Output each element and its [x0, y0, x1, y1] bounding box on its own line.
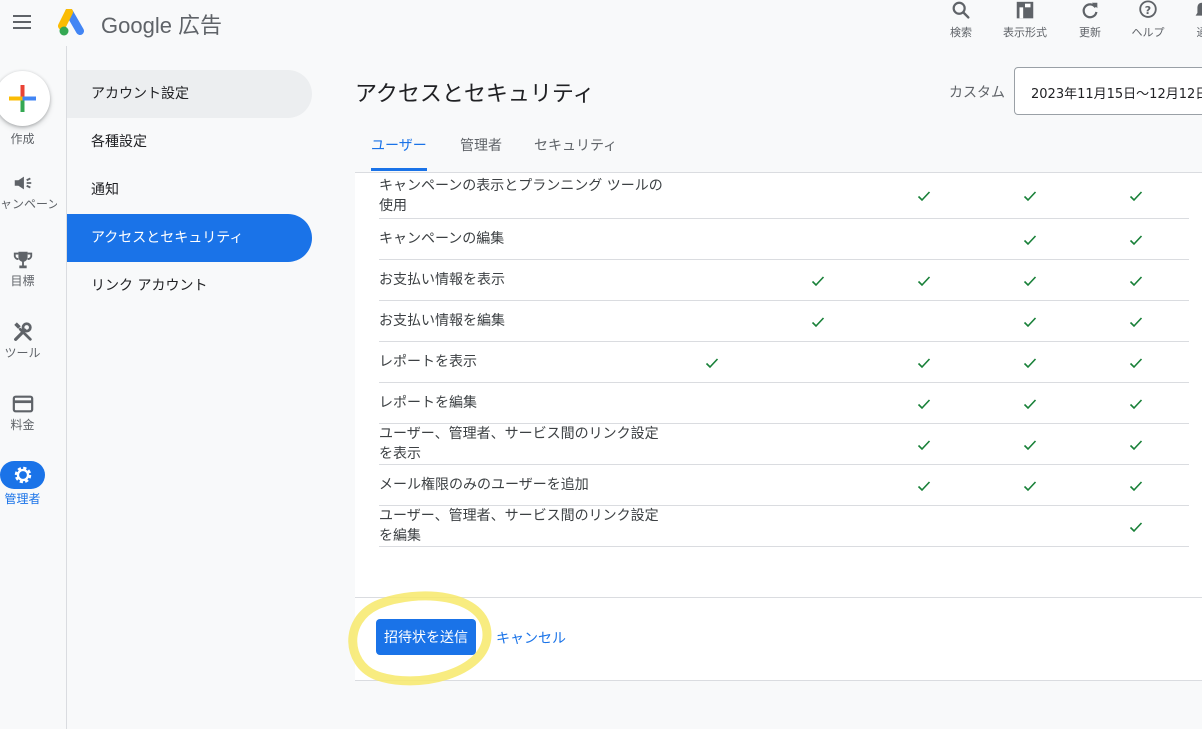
permission-row: キャンペーンの表示とプランニング ツールの使用	[379, 173, 1189, 219]
tools-icon	[13, 322, 32, 341]
refresh-button[interactable]: 更新	[1060, 0, 1120, 46]
nav-item-access-security[interactable]: アクセスとセキュリティ	[67, 214, 312, 262]
check-icon	[1129, 234, 1143, 246]
check-icon	[1023, 480, 1037, 492]
check-icon	[1023, 316, 1037, 328]
search-button[interactable]: 検索	[931, 0, 991, 46]
trophy-icon	[13, 251, 32, 269]
panel-divider	[355, 597, 1202, 598]
notifications-icon	[1195, 2, 1202, 16]
tab-users[interactable]: ユーザー	[371, 124, 427, 171]
permission-label: レポートを表示	[379, 354, 477, 370]
credit-card-icon	[12, 395, 33, 413]
check-icon	[705, 357, 719, 369]
cancel-button[interactable]: キャンセル	[496, 628, 566, 648]
page-title: アクセスとセキュリティ	[355, 82, 595, 107]
permission-label: キャンペーンの表示とプランニング ツールの使用	[379, 177, 663, 214]
plus-icon	[9, 85, 36, 112]
permission-label: キャンペーンの編集	[379, 231, 505, 247]
settings-nav: アカウント設定 各種設定 通知 アクセスとセキュリティ リンク アカウント	[67, 70, 312, 310]
svg-text:?: ?	[1145, 4, 1151, 17]
check-icon	[1129, 275, 1143, 287]
nav-item-account-settings[interactable]: アカウント設定	[67, 70, 312, 118]
check-icon	[917, 357, 931, 369]
check-icon	[811, 275, 825, 287]
tab-bar: ユーザー 管理者 セキュリティ	[355, 124, 1202, 171]
check-icon	[1129, 398, 1143, 410]
permission-row: ユーザー、管理者、サービス間のリンク設定を編集	[379, 506, 1189, 547]
permission-row: レポートを編集	[379, 383, 1189, 424]
rail-item-campaigns[interactable]: キャンペーン	[0, 172, 57, 211]
permission-row: キャンペーンの編集	[379, 219, 1189, 260]
rail-item-billing[interactable]: 料金	[0, 393, 45, 432]
check-icon	[811, 316, 825, 328]
check-icon	[1023, 234, 1037, 246]
check-icon	[917, 190, 931, 202]
permission-label: お支払い情報を表示	[379, 272, 505, 288]
help-icon: ?	[1139, 0, 1157, 18]
check-icon	[1129, 521, 1143, 533]
google-ads-logo-icon	[58, 9, 84, 36]
permission-label: メール権限のみのユーザーを追加	[379, 477, 589, 493]
rail-item-goals[interactable]: 目標	[0, 249, 45, 288]
permission-row: レポートを表示	[379, 342, 1189, 383]
check-icon	[1129, 357, 1143, 369]
rail-item-tools[interactable]: ツール	[0, 321, 45, 360]
appearance-icon	[1016, 1, 1034, 19]
check-icon	[917, 398, 931, 410]
permission-row: ユーザー、管理者、サービス間のリンク設定を表示	[379, 424, 1189, 465]
check-icon	[1023, 357, 1037, 369]
nav-item-linked-accounts[interactable]: リンク アカウント	[67, 262, 312, 310]
user-permissions-panel: キャンペーンの表示とプランニング ツールの使用キャンペーンの編集 お支払い情報を表…	[348, 172, 1202, 686]
permission-row: お支払い情報を編集	[379, 301, 1189, 342]
check-icon	[1023, 398, 1037, 410]
search-icon	[952, 1, 970, 19]
check-icon	[1129, 190, 1143, 202]
check-icon	[917, 480, 931, 492]
rail-item-admin[interactable]: 管理者	[0, 461, 45, 506]
check-icon	[1129, 480, 1143, 492]
permission-label: レポートを編集	[379, 395, 477, 411]
check-icon	[917, 275, 931, 287]
left-rail: 作成 キャンペーン 目標 ツール 料金 管理者	[0, 46, 67, 729]
tab-managers[interactable]: 管理者	[460, 124, 502, 171]
check-icon	[1023, 275, 1037, 287]
check-icon	[1023, 190, 1037, 202]
gear-icon	[14, 466, 31, 484]
rail-item-admin-pill	[0, 461, 45, 489]
appearance-button[interactable]: 表示形式	[995, 0, 1055, 46]
permission-label: お支払い情報を編集	[379, 313, 505, 329]
megaphone-icon	[14, 176, 31, 190]
check-icon	[1129, 316, 1143, 328]
create-button[interactable]	[0, 71, 50, 126]
send-invitation-button[interactable]: 招待状を送信	[376, 619, 476, 655]
check-icon	[1129, 439, 1143, 451]
tab-security[interactable]: セキュリティ	[534, 124, 617, 171]
notifications-button[interactable]: 通	[1172, 0, 1202, 46]
permissions-table: キャンペーンの表示とプランニング ツールの使用キャンペーンの編集 お支払い情報を表…	[379, 173, 1189, 547]
nav-item-preferences[interactable]: 各種設定	[67, 118, 312, 166]
nav-item-notifications[interactable]: 通知	[67, 166, 312, 214]
permission-label: ユーザー、管理者、サービス間のリンク設定を編集	[379, 508, 659, 544]
top-bar: Google 広告 検索 表示形式 更新 ? ヘルプ 通	[0, 0, 1202, 46]
help-button[interactable]: ? ヘルプ	[1118, 0, 1178, 46]
permission-row: メール権限のみのユーザーを追加	[379, 465, 1189, 506]
date-range-picker[interactable]: 2023年11月15日～12月12日	[1014, 67, 1202, 115]
date-range-label: カスタム	[949, 85, 1005, 101]
check-icon	[917, 439, 931, 451]
permission-label: ユーザー、管理者、サービス間のリンク設定を表示	[379, 426, 659, 462]
menu-icon[interactable]	[13, 15, 31, 29]
check-icon	[1023, 439, 1037, 451]
permission-row: お支払い情報を表示	[379, 260, 1189, 301]
rail-item-create[interactable]: 作成	[0, 129, 45, 146]
brand-name: Google 広告	[101, 13, 223, 38]
refresh-icon	[1082, 2, 1098, 19]
